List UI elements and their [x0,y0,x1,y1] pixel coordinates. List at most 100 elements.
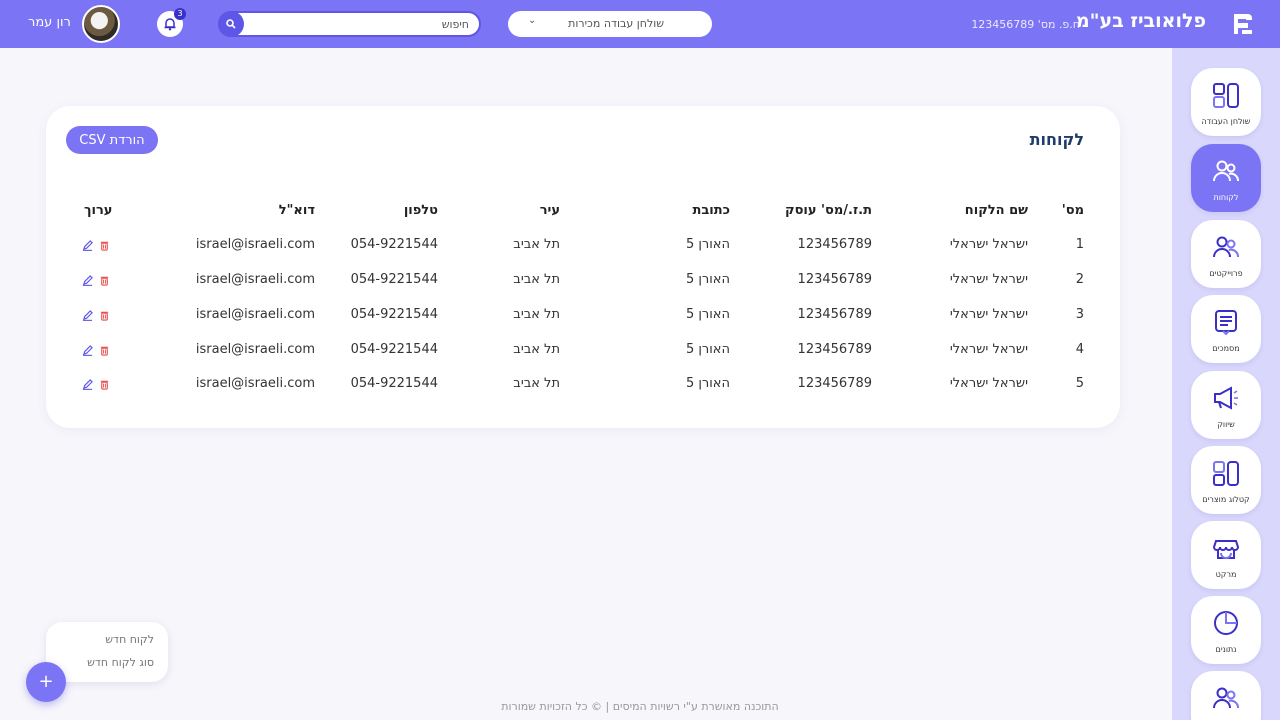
users-icon [1213,236,1239,258]
sidebar-item-label: נתונים [1215,645,1237,654]
new-customer-type-option[interactable]: סוג לקוח חדש [87,656,154,669]
row-actions [82,379,110,390]
edit-icon[interactable] [82,310,93,321]
column-header-num[interactable]: מס' [1062,203,1084,218]
sidebar-item-label: מסמכים [1212,344,1240,353]
sidebar-item-data[interactable]: נתונים [1191,596,1261,664]
column-header-phone[interactable]: טלפון [404,203,438,218]
sidebar-item-market[interactable]: מרקט [1191,521,1261,589]
sidebar-item-label: שיווק [1217,420,1235,429]
cell-phone: 054-9221544 [350,307,438,322]
pie-chart-icon [1214,611,1238,635]
cell-num: 4 [1075,342,1084,357]
cell-id: 123456789 [797,307,872,322]
search-box[interactable] [218,11,481,37]
cell-id: 123456789 [797,237,872,252]
trash-icon[interactable] [99,240,110,251]
sidebar-item-customers[interactable]: לקוחות [1191,144,1261,212]
sidebar-item-product-catalog[interactable]: קטלוג מוצרים [1191,446,1261,514]
sidebar-item-dashboard[interactable]: שולחן העבודה [1191,68,1261,136]
cell-phone: 054-9221544 [350,272,438,287]
sidebar-item-label: פרוייקטים [1209,269,1243,278]
cell-name: ישראל ישראלי [949,272,1028,287]
dashboard-icon [1213,461,1239,486]
workspace-select[interactable]: שולחן עבודה מכירות ⌄ [508,11,712,37]
column-header-city[interactable]: עיר [540,203,560,218]
cell-name: ישראל ישראלי [949,342,1028,357]
cell-num: 2 [1075,272,1084,287]
cell-num: 1 [1075,237,1084,252]
cell-address: האורן 5 [685,376,730,391]
notifications-button[interactable]: 3 [157,8,186,37]
company-id: ח.פ. מס' 123456789 [971,18,1080,31]
cell-name: ישראל ישראלי [949,376,1028,391]
cell-city: תל אביב [513,272,560,287]
trash-icon[interactable] [99,345,110,356]
row-actions [82,275,110,286]
cell-address: האורן 5 [685,272,730,287]
workspace-select-value: שולחן עבודה מכירות [568,17,664,30]
sidebar-item-projects[interactable]: פרוייקטים [1191,220,1261,288]
bell-icon [164,18,176,31]
cell-email: israel@israeli.com [195,376,315,391]
sidebar-item-documents[interactable]: מסמכים [1191,295,1261,363]
document-icon [1215,310,1237,336]
cell-email: israel@israeli.com [195,307,315,322]
column-header-email[interactable]: דוא"ל [279,203,315,218]
edit-icon[interactable] [82,275,93,286]
customers-table: מס' שם הלקוח ת.ז./מס' עוסק כתובת עיר טלפ… [46,106,1120,428]
row-actions [82,310,110,321]
users-icon [1213,160,1239,182]
column-header-edit: ערוך [84,203,113,218]
column-header-address[interactable]: כתובת [692,203,730,218]
cell-id: 123456789 [797,376,872,391]
cell-address: האורן 5 [685,342,730,357]
column-header-id[interactable]: ת.ז./מס' עוסק [785,203,872,218]
cell-name: ישראל ישראלי [949,307,1028,322]
sidebar-item-label: שולחן העבודה [1201,117,1251,126]
row-actions [82,345,110,356]
cell-phone: 054-9221544 [350,237,438,252]
cell-phone: 054-9221544 [350,376,438,391]
sidebar-item-marketing[interactable]: שיווק [1191,371,1261,439]
cell-email: israel@israeli.com [195,237,315,252]
trash-icon[interactable] [99,379,110,390]
cell-num: 3 [1075,307,1084,322]
cell-num: 5 [1075,376,1084,391]
new-customer-option[interactable]: לקוח חדש [105,633,154,646]
edit-icon[interactable] [82,379,93,390]
sidebar-item-label: מרקט [1215,570,1237,579]
cell-name: ישראל ישראלי [949,237,1028,252]
search-input[interactable] [259,15,469,33]
footer-text: התוכנה מאושרת ע"י רשויות המיסים | © כל ה… [501,700,779,713]
avatar[interactable] [82,5,120,43]
notification-badge: 3 [174,8,186,20]
search-icon [226,19,236,29]
cell-email: israel@israeli.com [195,342,315,357]
cell-city: תל אביב [513,342,560,357]
company-name: פלואוביז בע"מ [1075,10,1206,32]
search-button[interactable] [218,11,244,37]
app-logo-icon[interactable] [1228,10,1256,38]
edit-icon[interactable] [82,240,93,251]
sidebar-item-label: לקוחות [1213,193,1239,202]
top-bar: פלואוביז בע"מ ח.פ. מס' 123456789 שולחן ע… [0,0,1280,48]
cell-phone: 054-9221544 [350,342,438,357]
cell-city: תל אביב [513,376,560,391]
user-name[interactable]: רון עמר [28,15,71,30]
edit-icon[interactable] [82,345,93,356]
cell-address: האורן 5 [685,237,730,252]
trash-icon[interactable] [99,275,110,286]
sidebar-item-label: קטלוג מוצרים [1202,495,1250,504]
cell-id: 123456789 [797,272,872,287]
cell-city: תל אביב [513,307,560,322]
customers-card: לקוחות הורדת CSV מס' שם הלקוח ת.ז./מס' ע… [46,106,1120,428]
cell-city: תל אביב [513,237,560,252]
add-button[interactable]: + [26,662,66,702]
column-header-name[interactable]: שם הלקוח [965,203,1028,218]
dashboard-icon [1213,83,1239,108]
row-actions [82,240,110,251]
trash-icon[interactable] [99,310,110,321]
cell-address: האורן 5 [685,307,730,322]
chevron-down-icon: ⌄ [528,15,537,26]
